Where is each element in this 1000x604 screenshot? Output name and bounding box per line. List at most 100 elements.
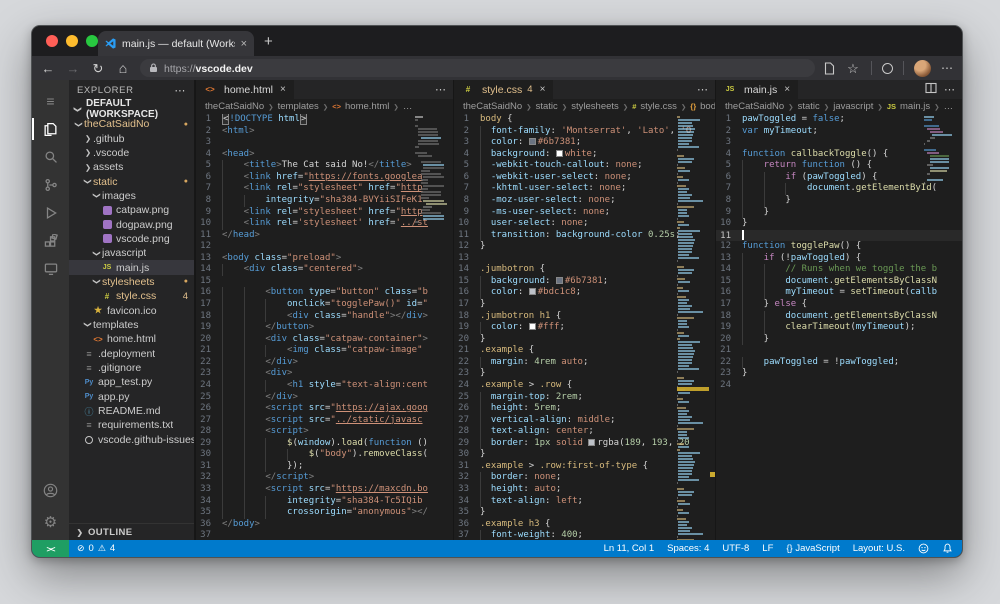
breadcrumb-item[interactable]: style.css: [640, 101, 676, 112]
breadcrumb-item[interactable]: static: [536, 101, 558, 112]
account-icon[interactable]: [32, 476, 69, 504]
extension-ring-icon[interactable]: [882, 63, 893, 74]
remote-explorer-icon[interactable]: [32, 255, 69, 283]
code-line[interactable]: 34text-align: left;: [454, 496, 715, 508]
new-tab-button[interactable]: +: [264, 33, 273, 50]
remote-indicator[interactable]: ><: [32, 540, 69, 557]
status-item-5[interactable]: Layout: U.S.: [853, 543, 905, 554]
close-window-button[interactable]: [46, 35, 58, 47]
tree-item-app-test-py[interactable]: Pyapp_test.py: [69, 375, 194, 389]
tree-item-vscode-png[interactable]: vscode.png: [69, 232, 194, 246]
code-line[interactable]: 33height: auto;: [454, 484, 715, 496]
maximize-window-button[interactable]: [86, 35, 98, 47]
status-item-0[interactable]: Ln 11, Col 1: [604, 543, 655, 554]
forward-icon[interactable]: →: [65, 62, 81, 75]
minimap[interactable]: [415, 116, 447, 540]
tree-item-readme-md[interactable]: ⓘREADME.md: [69, 404, 194, 418]
code-line[interactable]: 32border: none;: [454, 472, 715, 484]
tree-item-stylesheets[interactable]: ❯stylesheets●: [69, 275, 194, 289]
tree-item-thecatsaidno[interactable]: ❯theCatSaidNo●: [69, 117, 194, 131]
tree-item-dogpaw-png[interactable]: dogpaw.png: [69, 217, 194, 231]
tab-main-js[interactable]: JSmain.js×: [716, 80, 799, 99]
back-icon[interactable]: ←: [40, 62, 56, 75]
code-line[interactable]: 30}: [454, 449, 715, 461]
minimap[interactable]: [677, 116, 709, 540]
code-line[interactable]: 5-webkit-touch-callout: none;: [454, 160, 715, 172]
split-editor-icon[interactable]: [925, 82, 937, 97]
breadcrumb-item[interactable]: templates: [278, 101, 319, 112]
code-line[interactable]: 23}: [454, 368, 715, 380]
tree-item--github[interactable]: ❯.github: [69, 131, 194, 145]
explorer-icon[interactable]: [32, 115, 69, 143]
code-line[interactable]: 2font-family: 'Montserrat', 'Lato', 'O: [454, 126, 715, 138]
code-line[interactable]: 27vertical-align: middle;: [454, 415, 715, 427]
code-line[interactable]: 29border: 1px solid rgba(189, 193, 20: [454, 438, 715, 450]
document-icon[interactable]: [824, 62, 835, 75]
code-line[interactable]: 12}: [454, 241, 715, 253]
tab-close-icon[interactable]: ×: [540, 84, 546, 95]
window-controls[interactable]: [46, 35, 98, 47]
favorites-icon[interactable]: ☆: [845, 62, 861, 75]
code-editor-home-html[interactable]: 1<!DOCTYPE html>2<html>34<head>5<title>T…: [196, 114, 453, 540]
code-line[interactable]: 21.example {: [454, 345, 715, 357]
address-bar[interactable]: https://vscode.dev: [140, 59, 815, 77]
code-line[interactable]: 31.example > .row:first-of-type {: [454, 461, 715, 473]
code-line[interactable]: 8-moz-user-select: none;: [454, 195, 715, 207]
tree-item-vscode-github-issues[interactable]: vscode.github-issues: [69, 433, 194, 447]
code-line[interactable]: 28text-align: center;: [454, 426, 715, 438]
outline-section[interactable]: ❯ OUTLINE: [69, 523, 194, 540]
code-line[interactable]: 9-ms-user-select: none;: [454, 207, 715, 219]
tab-close-icon[interactable]: ×: [784, 84, 790, 95]
tree-item--vscode[interactable]: ❯.vscode: [69, 146, 194, 160]
code-line[interactable]: 4background: white;: [454, 149, 715, 161]
code-line[interactable]: 22margin: 4rem auto;: [454, 357, 715, 369]
breadcrumb-item[interactable]: javascript: [833, 101, 873, 112]
bell-icon[interactable]: [942, 543, 953, 554]
breadcrumb-item[interactable]: main.js: [900, 101, 930, 112]
more-actions-icon[interactable]: ⋯: [944, 83, 955, 96]
tree-item-app-py[interactable]: Pyapp.py: [69, 390, 194, 404]
code-line[interactable]: 24.example > .row {: [454, 380, 715, 392]
code-line[interactable]: 26height: 5rem;: [454, 403, 715, 415]
more-actions-icon[interactable]: ⋯: [435, 83, 446, 96]
code-line[interactable]: 6-webkit-user-select: none;: [454, 172, 715, 184]
code-line[interactable]: 37font-weight: 400;: [454, 530, 715, 540]
tab-home-html[interactable]: <>home.html×: [196, 80, 295, 99]
profile-avatar[interactable]: [914, 60, 931, 77]
code-line[interactable]: 14.jumbotron {: [454, 264, 715, 276]
status-item-2[interactable]: UTF-8: [722, 543, 749, 554]
breadcrumb-item[interactable]: theCatSaidNo: [463, 101, 522, 112]
tree-item--gitignore[interactable]: ≡.gitignore: [69, 361, 194, 375]
breadcrumb-item[interactable]: theCatSaidNo: [205, 101, 264, 112]
status-item-3[interactable]: LF: [762, 543, 773, 554]
search-icon[interactable]: [32, 143, 69, 171]
tree-item-main-js[interactable]: JSmain.js: [69, 260, 194, 274]
feedback-icon[interactable]: [918, 543, 929, 554]
extensions-icon[interactable]: [32, 227, 69, 255]
tree-item-images[interactable]: ❯images: [69, 189, 194, 203]
minimap[interactable]: [924, 116, 956, 540]
refresh-icon[interactable]: ↻: [90, 62, 106, 75]
status-item-1[interactable]: Spaces: 4: [667, 543, 709, 554]
problems-status[interactable]: ⊘ 0 ⚠ 4: [77, 543, 115, 554]
menu-icon[interactable]: ≡: [32, 87, 69, 115]
code-line[interactable]: 25margin-top: 2rem;: [454, 392, 715, 404]
tree-item-favicon-ico[interactable]: ★favicon.ico: [69, 303, 194, 317]
breadcrumb-item[interactable]: stylesheets: [571, 101, 619, 112]
more-actions-icon[interactable]: ⋯: [697, 83, 708, 96]
code-editor-style-css[interactable]: 1body {2font-family: 'Montserrat', 'Lato…: [454, 114, 715, 540]
code-line[interactable]: 20}: [454, 334, 715, 346]
status-item-4[interactable]: {} JavaScript: [786, 543, 839, 554]
code-line[interactable]: 10user-select: none;: [454, 218, 715, 230]
code-line[interactable]: 17}: [454, 299, 715, 311]
code-line[interactable]: 1body {: [454, 114, 715, 126]
tree-item-catpaw-png[interactable]: catpaw.png: [69, 203, 194, 217]
breadcrumb-item[interactable]: …: [944, 101, 954, 112]
settings-icon[interactable]: ⚙: [32, 508, 69, 536]
tree-item-assets[interactable]: ❯assets: [69, 160, 194, 174]
code-line[interactable]: 13: [454, 253, 715, 265]
run-debug-icon[interactable]: [32, 199, 69, 227]
minimize-window-button[interactable]: [66, 35, 78, 47]
tree-item-requirements-txt[interactable]: ≡requirements.txt: [69, 418, 194, 432]
browser-menu-icon[interactable]: ⋯: [941, 61, 954, 75]
